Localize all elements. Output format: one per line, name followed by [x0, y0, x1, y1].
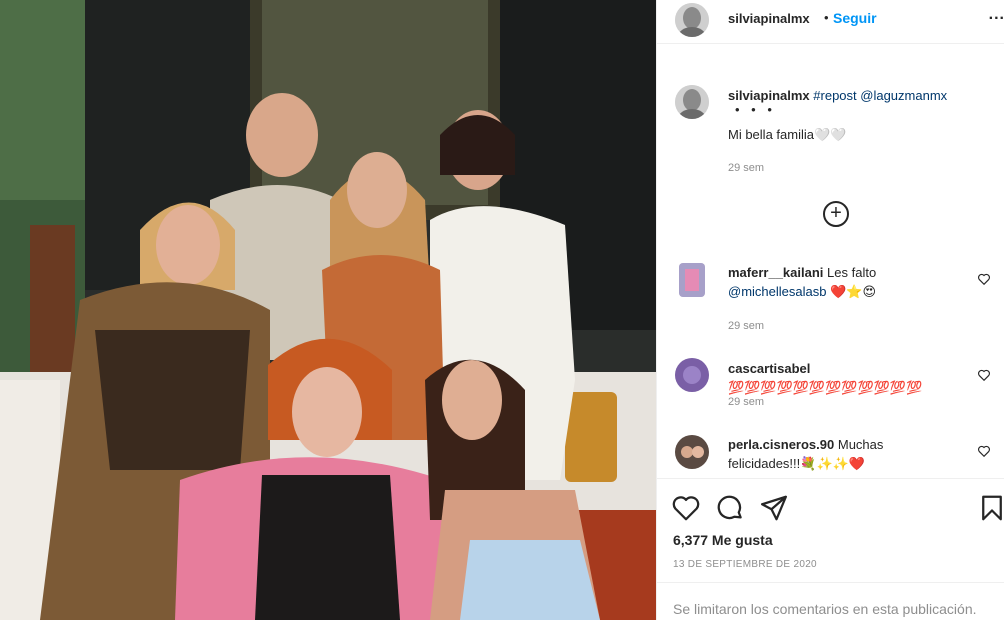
comment-text-cont: felicidades!!!💐✨✨❤️	[728, 456, 866, 471]
comment-text: Les falto	[827, 265, 877, 280]
likes-count[interactable]: 6,377 Me gusta	[673, 532, 773, 548]
bookmark-icon[interactable]	[977, 493, 1004, 523]
caption-time: 29 sem	[728, 162, 765, 174]
post-actions: 6,377 Me gusta 13 DE SEPTIEMBRE DE 2020	[657, 478, 1004, 578]
follow-button[interactable]: Seguir	[833, 10, 877, 26]
like-comment-heart-icon[interactable]	[977, 368, 991, 382]
caption-text: Mi bella familia🤍🤍	[728, 127, 847, 142]
comment-avatar[interactable]	[679, 263, 705, 297]
comment-avatar[interactable]	[675, 435, 709, 469]
post-side-panel: silviapinalmx • Seguir ... silviapinalmx…	[656, 0, 1004, 620]
author-avatar[interactable]	[675, 3, 709, 37]
comment-time: 29 sem	[728, 396, 765, 408]
family-photo-image	[0, 0, 656, 620]
separator-dot: •	[824, 10, 829, 25]
like-comment-heart-icon[interactable]	[977, 444, 991, 458]
comments-list[interactable]: silviapinalmx #repost @laguzmanmx • • • …	[657, 60, 1004, 472]
comment-text: 💯💯💯💯💯💯💯💯💯💯💯💯	[728, 380, 923, 395]
post-date: 13 DE SEPTIEMBRE DE 2020	[673, 559, 817, 570]
comments-limited-text: Se limitaron los comentarios en esta pub…	[673, 601, 977, 617]
caption-username[interactable]: silviapinalmx	[728, 88, 810, 103]
comment-username[interactable]: cascartisabel	[728, 361, 810, 376]
comment-time: 29 sem	[728, 320, 765, 332]
more-options-icon[interactable]: ...	[989, 6, 1004, 24]
comment-mention[interactable]: @michellesalasb	[728, 284, 826, 299]
comment-emoji: ❤️⭐😍	[830, 284, 877, 299]
caption-tags[interactable]: #repost @laguzmanmx	[813, 88, 947, 103]
post-photo[interactable]	[0, 0, 656, 620]
comment-body: perla.cisneros.90 Muchas felicidades!!!💐…	[728, 435, 968, 472]
caption-avatar[interactable]	[675, 85, 709, 119]
plus-circle-icon: +	[830, 202, 842, 224]
caption-dots: • • •	[735, 102, 776, 117]
comment-username[interactable]: maferr__kailani	[728, 265, 823, 280]
comment-body: maferr__kailani Les falto @michellesalas…	[728, 263, 968, 301]
load-more-comments-button[interactable]: +	[823, 201, 849, 227]
comment-body: cascartisabel 💯💯💯💯💯💯💯💯💯💯💯💯	[728, 359, 968, 397]
comment-avatar[interactable]	[675, 358, 709, 392]
author-username[interactable]: silviapinalmx	[728, 11, 810, 26]
post-header: silviapinalmx • Seguir ...	[657, 0, 1004, 44]
comment-username[interactable]: perla.cisneros.90	[728, 437, 834, 452]
comment-text: Muchas	[837, 437, 884, 452]
like-heart-icon[interactable]	[671, 493, 701, 523]
comment-icon[interactable]	[715, 493, 745, 523]
caption-header-line: silviapinalmx #repost @laguzmanmx	[728, 88, 947, 103]
share-icon[interactable]	[759, 493, 789, 523]
like-comment-heart-icon[interactable]	[977, 272, 991, 286]
comments-limited-notice: Se limitaron los comentarios en esta pub…	[657, 582, 1004, 620]
